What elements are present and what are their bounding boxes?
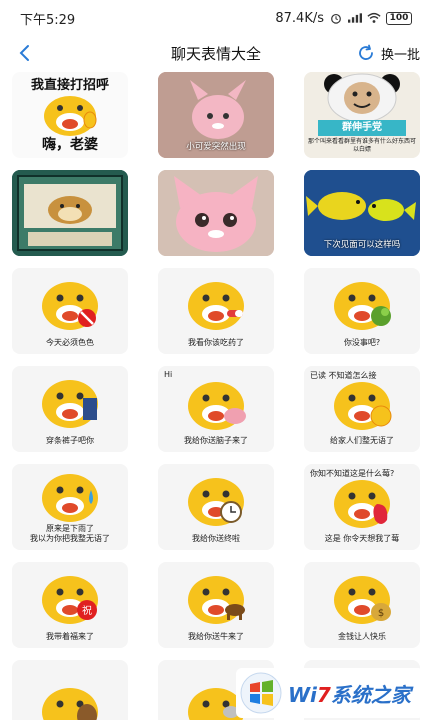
- tile-caption: 嗨，老婆: [42, 137, 98, 153]
- emoji-tile[interactable]: 已读 不知道怎么接 给家人们整无语了: [304, 366, 420, 452]
- battery-icon: 100: [386, 11, 412, 25]
- tile-banner: 群伸手党: [318, 120, 406, 136]
- emoji-face-icon: [188, 381, 246, 430]
- emoji-tile[interactable]: 小可爱突然出现: [158, 72, 274, 158]
- emoji-face-icon: $: [334, 575, 391, 624]
- back-button[interactable]: [12, 40, 36, 66]
- emoji-tile[interactable]: 我看你该吃药了: [158, 268, 274, 354]
- tile-caption: 穿条裤子吧你: [46, 436, 94, 445]
- emoji-face-icon: 祝: [42, 575, 98, 624]
- tile-caption: 这是 你令天想我了莓: [324, 534, 400, 543]
- watermark-logo: Wi7系统之家: [236, 668, 424, 718]
- svg-text:$: $: [378, 608, 384, 619]
- tile-caption: 下次见面可以这样吗: [323, 240, 401, 250]
- tile-caption: 我看你该吃药了: [188, 338, 244, 347]
- emoji-tile[interactable]: 我给你送牛来了: [158, 562, 274, 648]
- emoji-face-icon: [42, 379, 98, 428]
- emoji-tile[interactable]: Hi 我给你送脑子来了: [158, 366, 274, 452]
- emoji-tile[interactable]: 你知不知道这是什么莓? 这是 你令天想我了莓: [304, 464, 420, 550]
- blessing-badge: 祝: [82, 604, 92, 617]
- emoji-tile[interactable]: 原来是下雨了 我以为你把我整无语了: [12, 464, 128, 550]
- status-indicators: 87.4K/s 100: [275, 11, 412, 26]
- tile-caption: 给家人们整无语了: [330, 436, 394, 445]
- tile-caption: 原来是下雨了 我以为你把我整无语了: [30, 524, 110, 543]
- status-bar: 下午5:29 87.4K/s 100: [0, 0, 432, 36]
- emoji-face-icon: [42, 687, 98, 720]
- refresh-label: 换一批: [380, 47, 420, 63]
- tile-caption: 我给你送脑子来了: [184, 436, 248, 445]
- emoji-tile[interactable]: 下次见面可以这样吗: [304, 170, 420, 256]
- emoji-face-icon: [334, 281, 391, 330]
- pink-fox-closeup-image: [158, 170, 274, 256]
- tile-caption: 金钱让人快乐: [338, 632, 386, 641]
- emoji-tile[interactable]: 你没事吧?: [304, 268, 420, 354]
- emoji-face-icon: [334, 479, 390, 528]
- tile-caption: 我给你送牛来了: [188, 632, 244, 641]
- emoji-tile[interactable]: 我直接打招呼 嗨，老婆: [12, 72, 128, 158]
- emoji-tile[interactable]: 群伸手党 那个叫来看看群里有谁多有什么好东西可以白嫖: [304, 72, 420, 158]
- emoji-tile[interactable]: [12, 660, 128, 720]
- tile-caption-top: 我直接打招呼: [30, 78, 109, 93]
- status-time: 下午5:29: [20, 12, 76, 28]
- emoji-face-icon: [188, 575, 245, 624]
- nav-bar: 聊天表情大全 换一批: [0, 36, 432, 70]
- emoji-tile[interactable]: [158, 170, 274, 256]
- emoji-grid: 我直接打招呼 嗨，老婆 小可爱突然出现 群伸手党 那个叫来看看群里有谁多有什么好…: [12, 72, 426, 720]
- signal-icon: [348, 13, 362, 23]
- emoji-tile[interactable]: 祝 我带着福来了: [12, 562, 128, 648]
- emoji-face-icon: [334, 381, 392, 430]
- emoji-tile[interactable]: [12, 170, 128, 256]
- alarm-icon: [331, 13, 341, 24]
- refresh-icon: [359, 44, 373, 60]
- emoji-face-icon: [44, 96, 97, 136]
- emoji-face-icon: [42, 281, 98, 330]
- page-title: 聊天表情大全: [170, 44, 261, 63]
- doge-card-image: [12, 170, 128, 256]
- tile-caption: 小可爱突然出现: [186, 142, 246, 152]
- refresh-button[interactable]: 换一批: [357, 40, 420, 66]
- tile-banner-sub: 那个叫来看看群里有谁多有什么好东西可以白嫖: [308, 138, 417, 153]
- emoji-face-icon: [188, 281, 244, 330]
- emoji-face-icon: [188, 477, 244, 526]
- windows-logo-icon: [240, 672, 282, 714]
- tile-caption: 你没事吧?: [343, 338, 381, 347]
- emoji-tile[interactable]: 穿条裤子吧你: [12, 366, 128, 452]
- tile-caption: 我给你送终啦: [192, 534, 240, 543]
- emoji-tile[interactable]: 今天必须色色: [12, 268, 128, 354]
- tile-caption: 我带着福来了: [46, 632, 94, 641]
- emoji-tile[interactable]: $ 金钱让人快乐: [304, 562, 420, 648]
- wifi-icon: [367, 12, 381, 23]
- chevron-left-icon: [19, 45, 29, 61]
- watermark-text: Wi7系统之家: [288, 682, 411, 707]
- network-speed: 87.4K/s: [275, 10, 324, 26]
- emoji-tile[interactable]: 我给你送终啦: [158, 464, 274, 550]
- emoji-face-icon: [42, 474, 98, 523]
- tile-caption: 今天必须色色: [46, 338, 94, 347]
